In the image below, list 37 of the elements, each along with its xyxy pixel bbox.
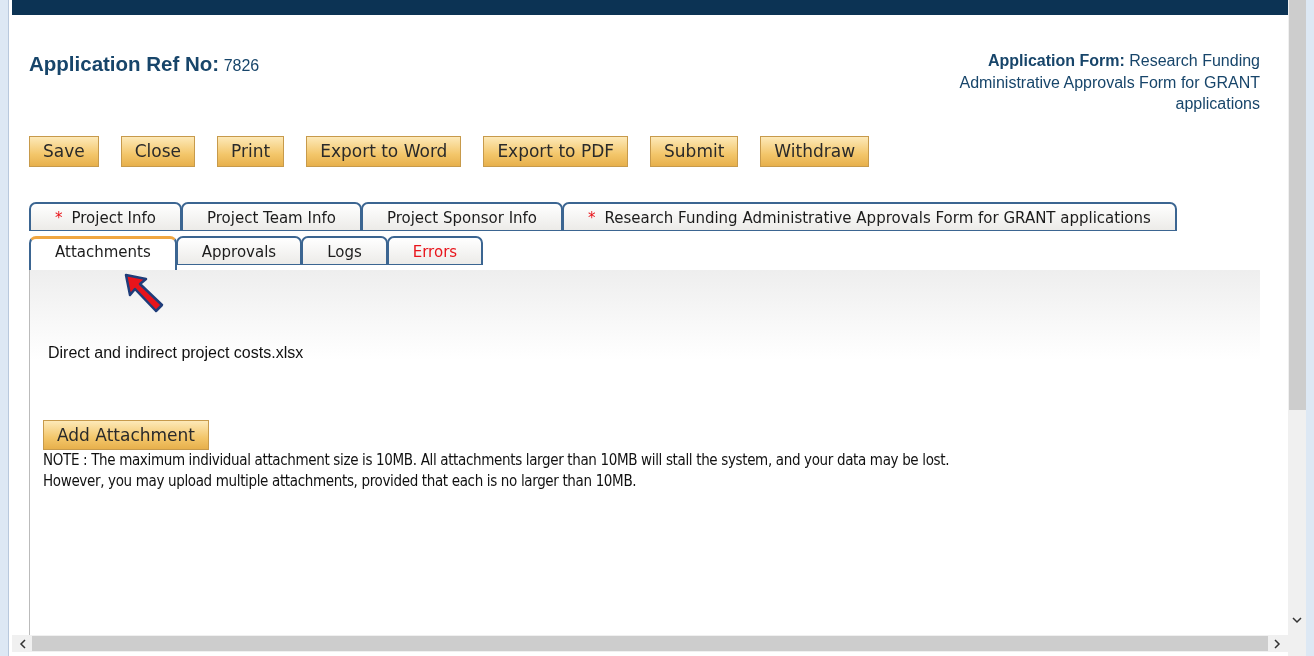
toolbar-button[interactable]: Print — [217, 136, 285, 167]
tab[interactable]: * Research Funding Administrative Approvals Form for GRANT applications — [562, 202, 1177, 231]
vertical-scrollbar[interactable] — [1288, 0, 1314, 656]
tab-label: Errors — [412, 243, 458, 261]
add-attachment-button[interactable]: Add Attachment — [43, 420, 209, 450]
tab[interactable]: * Project Info — [29, 202, 182, 231]
horizontal-scrollbar[interactable] — [12, 635, 1288, 652]
tab-label: Project Info — [71, 209, 156, 227]
pointer-arrow — [124, 273, 164, 313]
note-text: However, you may upload multiple attachments, provided that each is no larger than 10MB. — [43, 471, 638, 492]
attachment-name[interactable]: Direct and indirect project costs.xlsx — [48, 344, 1260, 362]
scroll-left-icon[interactable] — [18, 638, 28, 649]
application-form-title: Application Form: Research Funding Administrative Approvals Form for GRANT applications — [958, 51, 1260, 114]
required-mark: * — [55, 209, 63, 227]
tab[interactable]: Logs — [301, 236, 388, 265]
toolbar-button[interactable]: Close — [120, 136, 196, 167]
tab-label: Project Team Info — [207, 209, 336, 227]
scroll-right-icon[interactable] — [1272, 638, 1282, 649]
toolbar-button[interactable]: Export to Word — [306, 136, 462, 167]
tab-label: Attachments — [55, 243, 151, 261]
required-mark: * — [588, 209, 596, 227]
tab-label: Research Funding Administrative Approvals Form for GRANT applications — [604, 209, 1151, 227]
application-ref: Application Ref No: 7826 — [29, 51, 260, 76]
tab[interactable]: Attachments — [29, 236, 177, 270]
tab-label: Logs — [327, 243, 362, 261]
tab[interactable]: Errors — [386, 236, 484, 265]
tab-label: Approvals — [201, 243, 277, 261]
toolbar-button[interactable]: Export to PDF — [483, 136, 629, 167]
tab-label: Project Sponsor Info — [386, 209, 538, 227]
toolbar-button[interactable]: Withdraw — [760, 136, 870, 167]
tab[interactable]: Approvals — [175, 236, 303, 265]
scroll-down-icon[interactable] — [1292, 615, 1302, 625]
note-text: NOTE : The maximum individual attachment size is 10MB. All attachments larger than 10MB will stall the system, and your data may be lost. — [43, 450, 951, 471]
tab[interactable]: Project Team Info — [181, 202, 362, 231]
toolbar-button[interactable]: Save — [29, 136, 99, 167]
tab[interactable]: Project Sponsor Info — [360, 202, 564, 231]
toolbar-button[interactable]: Submit — [650, 136, 739, 167]
